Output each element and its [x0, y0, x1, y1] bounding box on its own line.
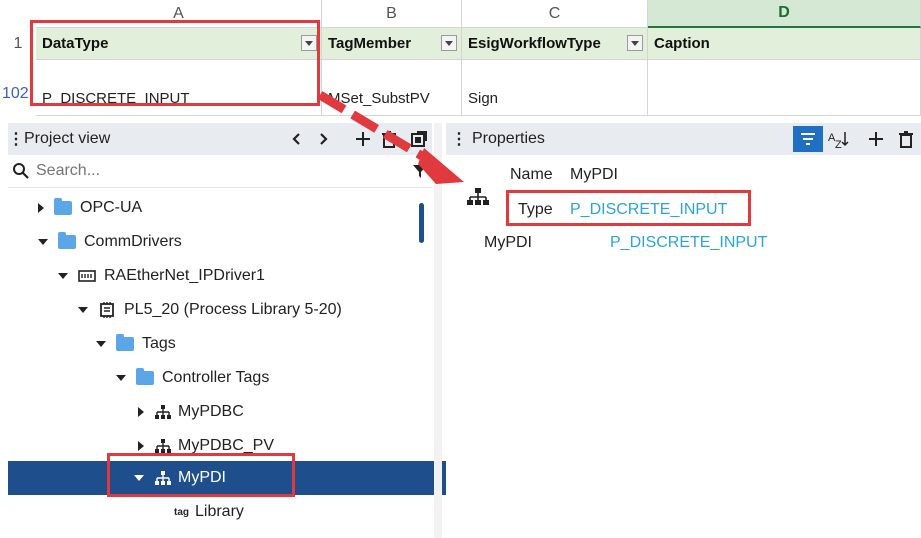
- callout-arrow: [317, 91, 464, 184]
- arrow-head: [418, 148, 464, 184]
- arrow-shaft: [317, 91, 435, 166]
